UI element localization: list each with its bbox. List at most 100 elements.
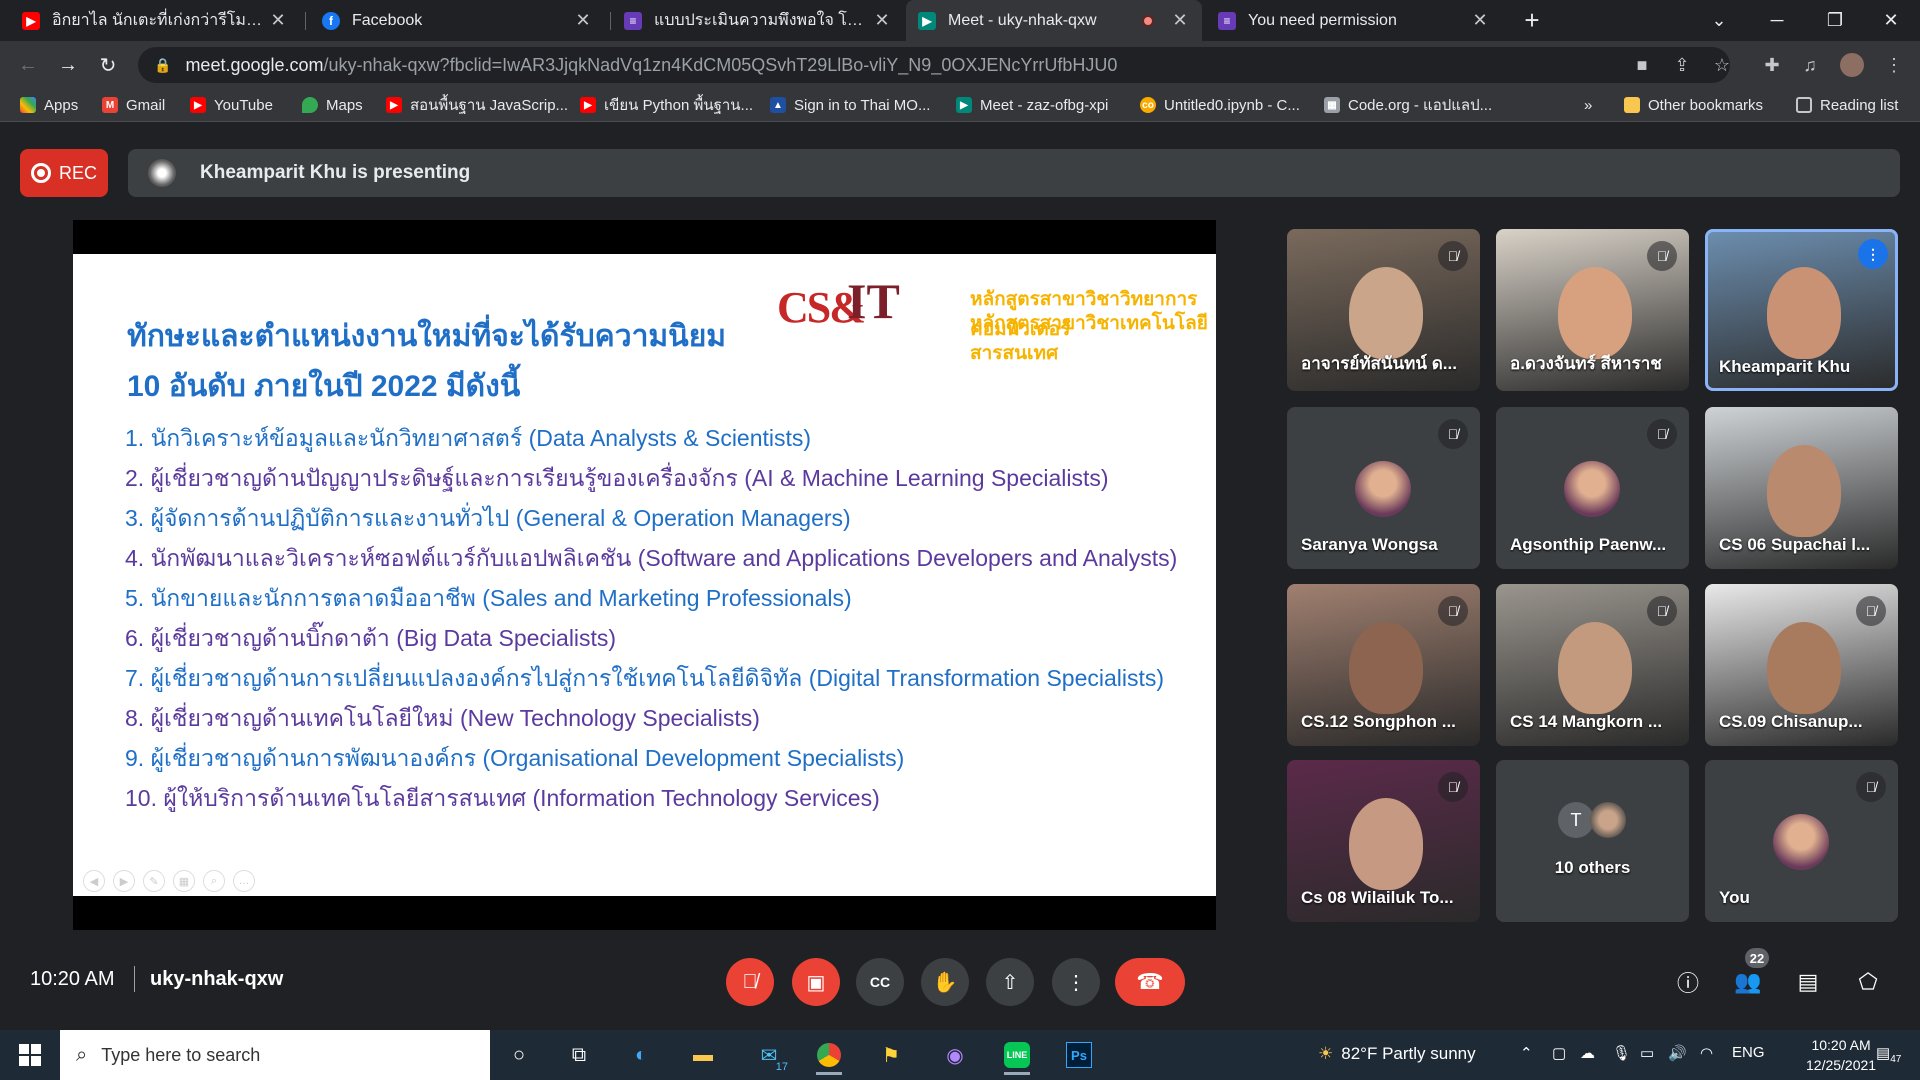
new-tab-button[interactable]: + [1502, 0, 1562, 41]
present-now-button[interactable]: ⇧ [986, 958, 1034, 1006]
participant-tile[interactable]: CS 06 Supachai l... [1705, 407, 1898, 569]
camera-in-use-icon[interactable]: ■ [1628, 51, 1656, 79]
reading-list[interactable]: Reading list [1796, 94, 1898, 116]
tray-chevron-icon[interactable]: ⌃ [1520, 1044, 1533, 1062]
start-button[interactable] [0, 1030, 60, 1080]
onedrive-icon[interactable]: ☁ [1580, 1044, 1595, 1062]
chrome-button[interactable] [808, 1035, 850, 1075]
cs-it-logo: CS& IT หลักสูตรสาขาวิชาวิทยาการคอมพิวเตอ… [777, 266, 1215, 364]
participant-tile[interactable]: 🎙̸ Agsonthip Paenw... [1496, 407, 1689, 569]
tray-mic-icon[interactable]: 🎙 [1612, 1044, 1631, 1062]
participant-tile[interactable]: 🎙̸ Cs 08 Wilailuk To... [1287, 760, 1480, 922]
prev-slide-icon[interactable]: ◀ [83, 870, 105, 892]
participant-name: CS.12 Songphon ... [1301, 712, 1456, 731]
bookmark-python[interactable]: ▶ เขียน Python พื้นฐาน... [580, 94, 753, 116]
notifications-icon[interactable]: ▤47 [1876, 1044, 1901, 1065]
forward-icon[interactable]: → [52, 49, 84, 81]
profile-avatar[interactable] [1838, 51, 1866, 79]
close-tab-icon[interactable]: ✕ [268, 10, 288, 31]
browser-tab-meet[interactable]: ▶ Meet - uky-nhak-qxw ✕ [906, 0, 1202, 41]
close-tab-icon[interactable]: ✕ [573, 10, 593, 31]
participant-tile[interactable]: 🎙̸ CS.09 Chisanup... [1705, 584, 1898, 746]
edge-button[interactable]: ◐ [620, 1035, 662, 1075]
bookmark-apps[interactable]: Apps [20, 94, 78, 116]
bookmark-maps[interactable]: Maps [302, 94, 363, 116]
slide-list-item: 2. ผู้เชี่ยวชาญด้านปัญญาประดิษฐ์และการเร… [125, 465, 1109, 491]
microphone-off-button[interactable]: 🎙̸ [726, 958, 774, 1006]
other-bookmarks[interactable]: Other bookmarks [1624, 94, 1763, 116]
browser-tab-facebook[interactable]: f Facebook ✕ [310, 0, 605, 41]
participant-tile[interactable]: 🎙̸ อ.ดวงจันทร์ สีหาราช [1496, 229, 1689, 391]
activities-button[interactable]: ⬠ [1852, 966, 1884, 998]
bookmark-meet[interactable]: ▶ Meet - zaz-ofbg-xpi [956, 94, 1108, 116]
zoom-icon[interactable]: ⌕ [203, 870, 225, 892]
raise-hand-button[interactable]: ✋ [921, 958, 969, 1006]
participant-tile[interactable]: 🎙̸ อาจารย์ทัสนันทน์ ด... [1287, 229, 1480, 391]
address-bar[interactable]: 🔒 meet.google.com/uky-nhak-qxw?fbclid=Iw… [138, 47, 1730, 83]
participant-tile[interactable]: 🎙̸ CS 14 Mangkorn ... [1496, 584, 1689, 746]
system-clock[interactable]: 10:20 AM 12/25/2021 [1806, 1035, 1876, 1075]
slides-icon[interactable]: ▦ [173, 870, 195, 892]
participant-name: Kheamparit Khu [1719, 357, 1851, 376]
python-button[interactable]: ⚑ [870, 1035, 912, 1075]
wifi-icon[interactable]: ◠ [1700, 1044, 1713, 1062]
next-slide-icon[interactable]: ▶ [113, 870, 135, 892]
browser-tab-permission[interactable]: ≡ You need permission ✕ [1206, 0, 1502, 41]
weather-widget[interactable]: ☀ 82°F Partly sunny [1318, 1044, 1476, 1064]
participant-name: Cs 08 Wilailuk To... [1301, 888, 1454, 907]
file-explorer-button[interactable]: ▬ [682, 1035, 724, 1075]
extensions-icon[interactable]: ✚ [1758, 51, 1786, 79]
close-tab-icon[interactable]: ✕ [872, 10, 892, 31]
captions-button[interactable]: CC [856, 958, 904, 1006]
task-view-button[interactable]: ⧉ [558, 1035, 600, 1075]
minimize-icon[interactable]: ─ [1748, 0, 1806, 41]
people-button[interactable]: 👥 [1732, 966, 1764, 998]
participant-tile[interactable]: T 10 others [1496, 760, 1689, 922]
input-language[interactable]: ENG [1732, 1044, 1765, 1061]
browser-tab-forms[interactable]: ≡ แบบประเมินความพึงพอใจ โครงการ "ค ✕ [612, 0, 904, 41]
windows-taskbar: ⌕ Type here to search ○ ⧉ ◐ ▬ ✉ 17 ⚑ ◉ LI… [0, 1030, 1920, 1080]
bookmark-gmail[interactable]: M Gmail [102, 94, 165, 116]
tab-search-icon[interactable]: ⌄ [1690, 0, 1748, 41]
bookmark-code-org[interactable]: ▦ Code.org - แอปแลป... [1324, 94, 1492, 116]
tray-app-icon[interactable]: ▢ [1552, 1044, 1566, 1062]
messenger-button[interactable]: ◉ [934, 1035, 976, 1075]
bookmark-thaimooc[interactable]: ▲ Sign in to Thai MO... [770, 94, 930, 116]
bookmark-javascript[interactable]: ▶ สอนพื้นฐาน JavaScrip... [386, 94, 568, 116]
battery-icon[interactable]: ▭ [1640, 1044, 1654, 1062]
menu-kebab-icon[interactable]: ⋮ [1880, 51, 1908, 79]
cortana-button[interactable]: ○ [498, 1035, 540, 1075]
bookmark-star-icon[interactable]: ☆ [1708, 51, 1736, 79]
share-icon[interactable]: ⇪ [1668, 51, 1696, 79]
close-tab-icon[interactable]: ✕ [1170, 10, 1190, 31]
bookmarks-overflow-button[interactable]: » [1584, 94, 1592, 116]
media-control-icon[interactable]: ♫ [1796, 51, 1824, 79]
browser-tab-youtube[interactable]: ▶ อิกยาไล นักเตะที่เก่งกว่ารีโมทโทครตระด… [10, 0, 300, 41]
taskbar-search[interactable]: ⌕ Type here to search [60, 1030, 490, 1080]
meeting-details-button[interactable]: ⓘ [1672, 966, 1704, 998]
mail-button[interactable]: ✉ 17 [748, 1035, 790, 1075]
pen-icon[interactable]: ✎ [143, 870, 165, 892]
window-close-icon[interactable]: ✕ [1862, 0, 1920, 41]
participant-tile[interactable]: ⋮ Kheamparit Khu [1705, 229, 1898, 391]
participant-tile[interactable]: 🎙̸ CS.12 Songphon ... [1287, 584, 1480, 746]
reload-icon[interactable]: ↻ [92, 49, 124, 81]
restore-icon[interactable]: ❐ [1806, 0, 1864, 41]
participant-tile[interactable]: 🎙̸ You [1705, 760, 1898, 922]
participant-tile[interactable]: 🎙̸ Saranya Wongsa [1287, 407, 1480, 569]
recording-badge[interactable]: REC [20, 149, 108, 197]
photoshop-button[interactable]: Ps [1058, 1035, 1100, 1075]
leave-call-button[interactable]: ☎ [1115, 958, 1185, 1006]
back-icon[interactable]: ← [12, 49, 44, 81]
mic-muted-icon: 🎙̸ [1647, 241, 1677, 271]
line-button[interactable]: LINE [996, 1035, 1038, 1075]
volume-icon[interactable]: 🔊 [1668, 1044, 1687, 1062]
bookmark-colab[interactable]: co Untitled0.ipynb - C... [1140, 94, 1300, 116]
camera-off-button[interactable]: ▣ [792, 958, 840, 1006]
more-options-icon[interactable]: … [233, 870, 255, 892]
thaimooc-icon: ▲ [770, 97, 786, 113]
more-options-button[interactable]: ⋮ [1052, 958, 1100, 1006]
close-tab-icon[interactable]: ✕ [1470, 10, 1490, 31]
bookmark-youtube[interactable]: ▶ YouTube [190, 94, 273, 116]
chat-button[interactable]: ▤ [1792, 966, 1824, 998]
